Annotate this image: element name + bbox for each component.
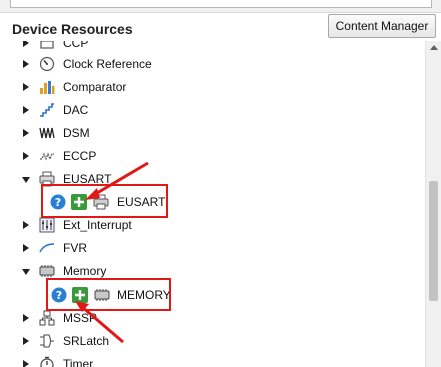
tree-item-label: DAC [63,103,89,117]
mssp-icon [39,310,55,326]
expand-arrow-icon[interactable] [23,244,29,252]
tree-item-label: DSM [63,126,90,140]
tree-item-label: SRLatch [63,334,110,348]
tree-item-label: Comparator [63,80,127,94]
scroll-up-icon[interactable] [430,45,438,50]
eccp-icon [40,152,54,161]
comparator-icon [40,81,55,94]
expand-arrow-icon[interactable] [23,337,29,345]
expand-arrow-icon[interactable] [23,129,29,137]
tree-item-label: MSSP [63,311,98,325]
tree-item-dac[interactable]: DAC [0,99,425,122]
tree-item-label: FVR [63,241,87,255]
ccp-icon [40,41,54,49]
collapse-arrow-icon[interactable] [22,269,30,275]
memory-icon [39,265,55,277]
expand-arrow-icon[interactable] [23,60,29,68]
tree-item-label: ECCP [63,149,97,163]
expand-arrow-icon[interactable] [23,360,29,367]
content-manager-button[interactable]: Content Manager [328,14,436,38]
tree-item-label: Ext_Interrupt [63,218,132,232]
tree-item-fvr[interactable]: FVR [0,237,425,260]
expand-arrow-icon[interactable] [23,106,29,114]
fvr-icon [39,243,55,253]
expand-arrow-icon[interactable] [23,83,29,91]
expand-arrow-icon[interactable] [23,221,29,229]
collapse-arrow-icon[interactable] [22,177,30,183]
tree-item-comparator[interactable]: Comparator [0,76,425,99]
scrollbar-thumb[interactable] [429,181,438,301]
srlatch-icon [40,334,54,348]
highlight-box-eusart [41,184,168,218]
vertical-scrollbar[interactable] [425,41,441,367]
tree-item-label: Clock Reference [63,57,152,71]
timer-icon [40,356,54,367]
ext-interrupt-icon [39,217,55,233]
upper-panel-edge [10,0,432,8]
tree-item-label: Timer [63,357,94,367]
dsm-icon [39,127,55,139]
expand-arrow-icon[interactable] [23,41,29,47]
dac-icon [40,103,54,117]
highlight-box-memory [46,278,171,311]
tree-item-label: Memory [63,264,107,278]
tree-item-srlatch[interactable]: SRLatch [0,330,425,353]
tree-item-label: CCP [63,41,89,50]
tree-item-clock-reference[interactable]: Clock Reference [0,53,425,76]
tree-item-eccp[interactable]: ECCP [0,145,425,168]
top-strip [0,0,441,13]
tree-item-dsm[interactable]: DSM [0,122,425,145]
clock-icon [39,56,55,72]
tree-item-timer[interactable]: Timer [0,353,425,367]
expand-arrow-icon[interactable] [23,152,29,160]
expand-arrow-icon[interactable] [23,314,29,322]
panel-title: Device Resources [12,21,133,37]
